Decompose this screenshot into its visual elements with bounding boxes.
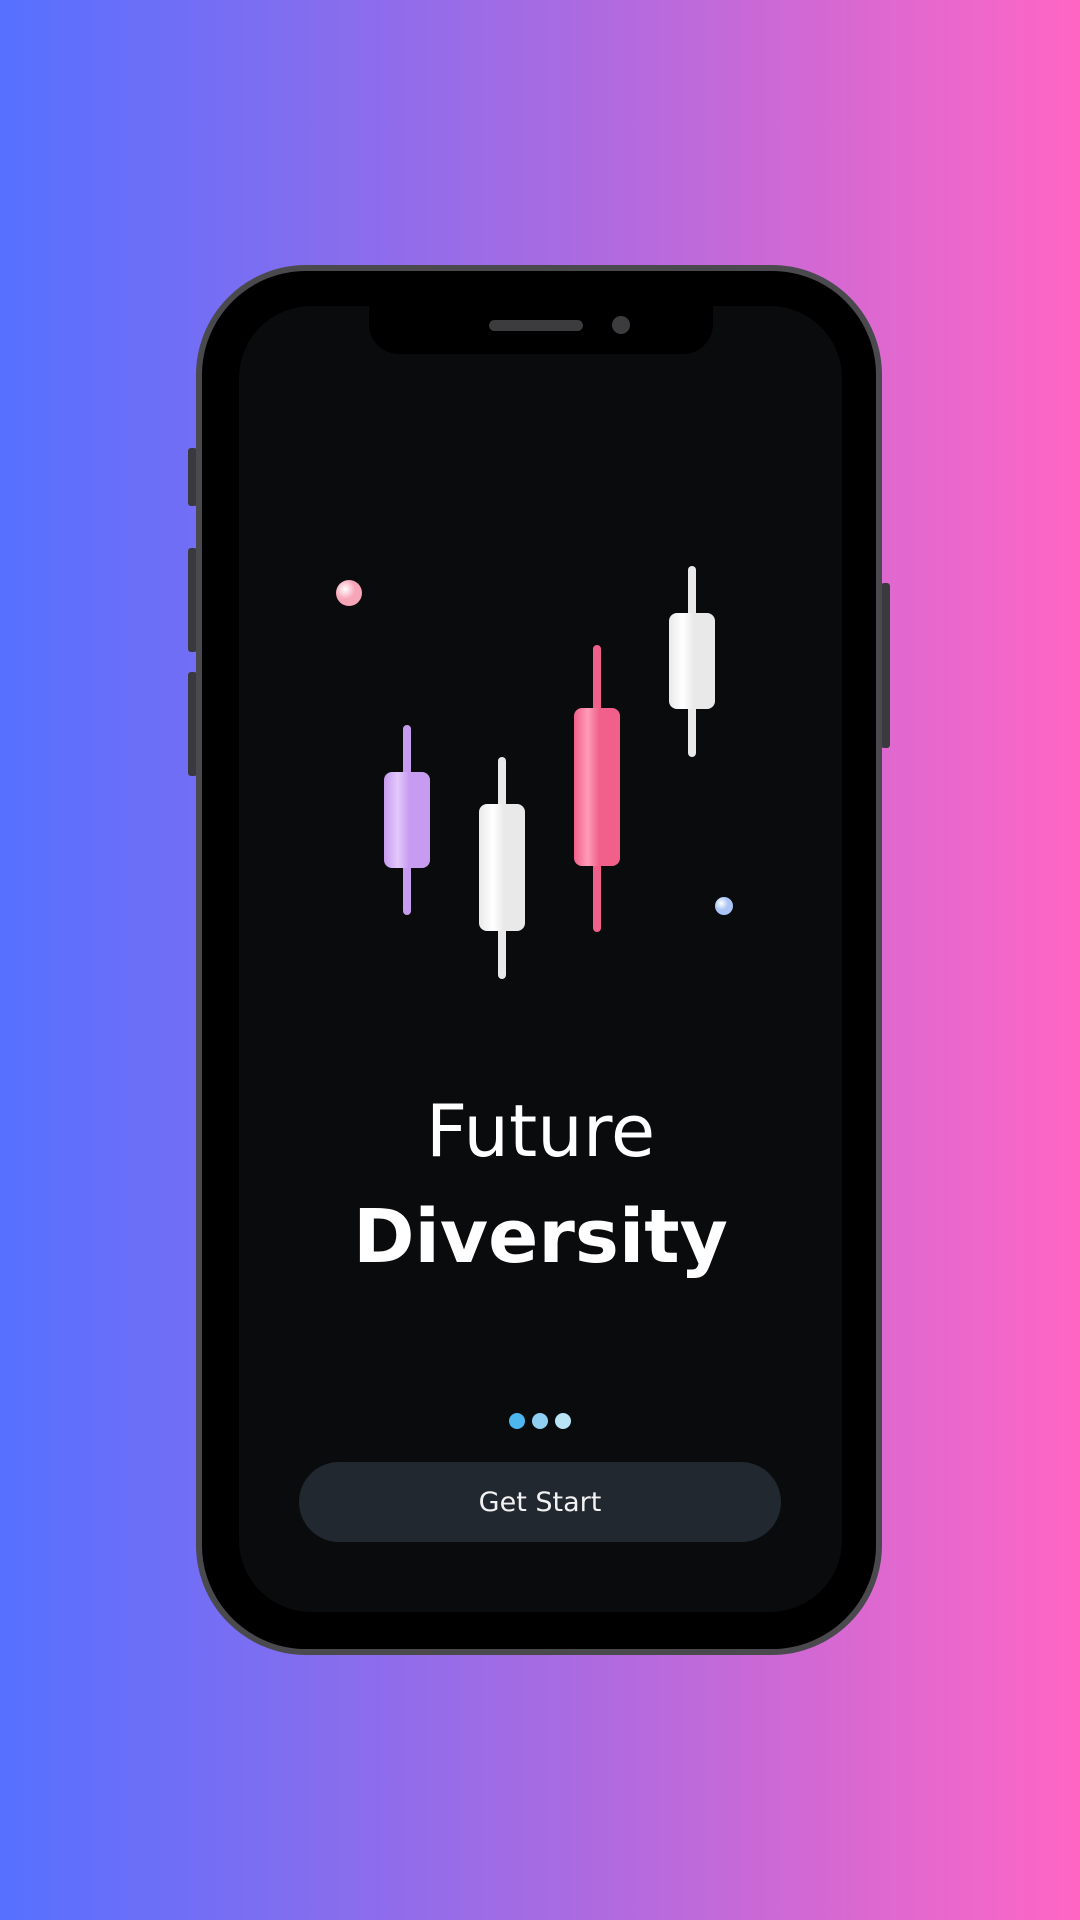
page-indicator: [509, 1413, 571, 1431]
page-dot[interactable]: [509, 1413, 525, 1429]
page-dot[interactable]: [532, 1413, 548, 1429]
candle-body: [384, 772, 430, 868]
earpiece-speaker: [489, 320, 583, 331]
candle-body: [479, 804, 525, 931]
front-camera: [612, 316, 630, 334]
title-diversity: Diversity: [353, 1194, 728, 1280]
blue-orb: [715, 897, 733, 915]
candle-white-low: [479, 757, 525, 979]
title-future: Future: [425, 1089, 656, 1173]
candlestick-illustration: [336, 566, 733, 979]
candle-purple: [384, 725, 430, 915]
get-start-button[interactable]: Get Start: [299, 1462, 781, 1542]
page-dot[interactable]: [555, 1413, 571, 1429]
candle-body: [574, 708, 620, 866]
power-button: [881, 583, 890, 748]
candle-white-high: [669, 566, 715, 757]
pink-orb: [336, 580, 362, 606]
candle-body: [669, 613, 715, 709]
candle-pink: [574, 645, 620, 932]
